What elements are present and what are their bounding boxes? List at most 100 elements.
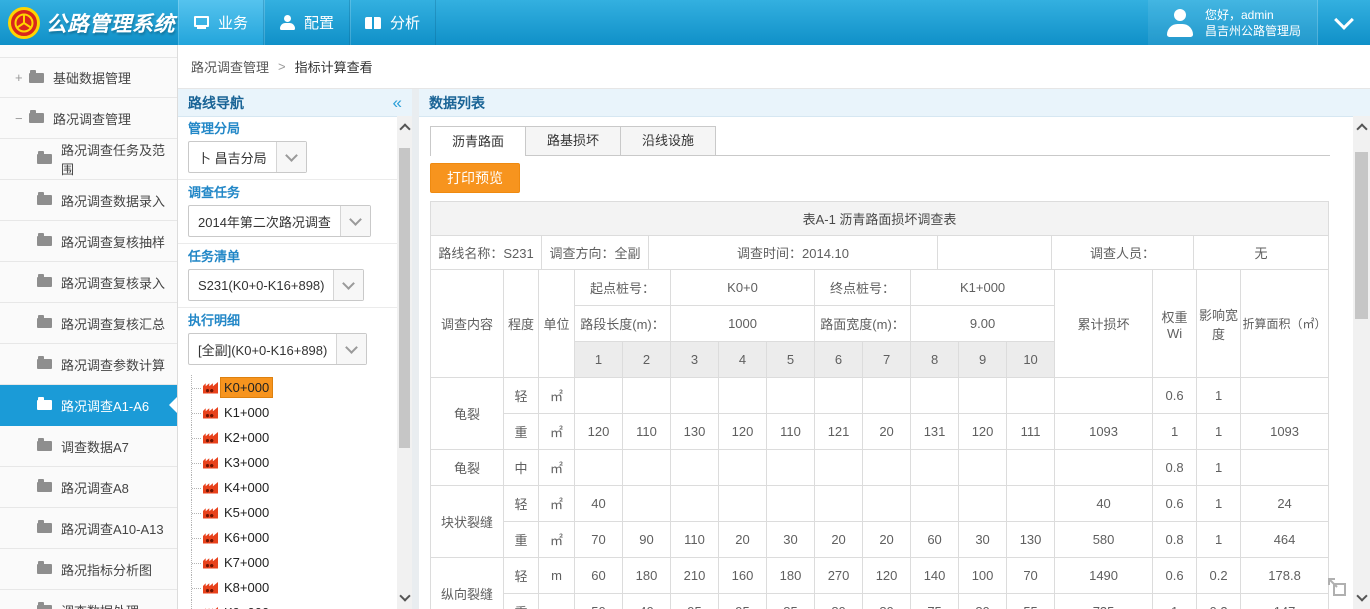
pavement-tabs: 沥青路面路基损坏沿线设施	[430, 126, 1330, 156]
breadcrumb-parent[interactable]: 路况调查管理	[191, 57, 269, 76]
nav-scrollbar-thumb[interactable]	[399, 148, 410, 448]
section-col-header: 1	[575, 342, 623, 378]
degree-cell: 重	[504, 594, 539, 609]
tree-item[interactable]: K1+000	[191, 400, 397, 425]
section-value-cell	[623, 450, 671, 486]
print-preview-button[interactable]: 打印预览	[430, 163, 520, 193]
data-scrollbar[interactable]	[1353, 116, 1370, 609]
collapse-panel-icon[interactable]: «	[393, 94, 402, 111]
info-cell	[938, 236, 1052, 270]
section-value-cell	[767, 486, 815, 522]
tree-item[interactable]: K3+000	[191, 450, 397, 475]
top-nav-label: 分析	[390, 12, 420, 33]
filter-select-value: [全副](K0+0-K16+898)	[189, 334, 336, 364]
top-nav-business[interactable]: 业务	[178, 0, 264, 45]
expander-icon[interactable]: +	[15, 70, 29, 85]
chevron-down-icon[interactable]	[333, 270, 363, 300]
header-content: 调查内容	[431, 270, 504, 378]
top-nav: 业务配置 分析	[178, 0, 436, 45]
section-value-cell	[767, 378, 815, 414]
sidebar-item-data-processing[interactable]: 调查数据处理	[0, 590, 177, 609]
filter-select-2[interactable]: S231(K0+0-K16+898)	[188, 269, 364, 301]
sidebar-item-survey-task-scope[interactable]: 路况调查任务及范围	[0, 139, 177, 180]
section-col-header: 2	[623, 342, 671, 378]
header-width-value: 9.00	[911, 306, 1055, 342]
sidebar-item-review-sampling[interactable]: 路况调查复核抽样	[0, 221, 177, 262]
table-row: 重㎡12011013012011012120131120111109311109…	[431, 414, 1329, 450]
table-row: 块状裂缝轻㎡40400.6124	[431, 486, 1329, 522]
tab-facilities[interactable]: 沿线设施	[620, 126, 716, 155]
user-menu-toggle[interactable]	[1317, 0, 1370, 45]
sidebar-item-param-calc[interactable]: 路况调查参数计算	[0, 344, 177, 385]
chevron-down-icon[interactable]	[276, 142, 306, 172]
section-value-cell: 120	[719, 414, 767, 450]
section-col-header: 8	[911, 342, 959, 378]
tree-item[interactable]: K0+000	[191, 375, 397, 400]
top-nav-analysis[interactable]: 分析	[350, 0, 436, 45]
data-scrollbar-thumb[interactable]	[1355, 152, 1368, 319]
expander-icon[interactable]: −	[15, 111, 29, 126]
filter-select-1[interactable]: 2014年第二次路况调查	[188, 205, 371, 237]
weight-cell: 0.6	[1153, 486, 1197, 522]
folder-icon	[37, 605, 52, 609]
nav-scrollbar[interactable]	[397, 116, 412, 609]
header-length-label: 路段长度(m)：	[575, 306, 671, 342]
top-nav-config[interactable]: 配置	[264, 0, 350, 45]
unit-cell: ㎡	[539, 450, 575, 486]
expand-icon[interactable]	[1325, 575, 1349, 599]
sidebar-item-survey-a10-a13[interactable]: 路况调查A10-A13	[0, 508, 177, 549]
breadcrumb-separator: >	[278, 59, 286, 74]
filter-select-3[interactable]: [全副](K0+0-K16+898)	[188, 333, 367, 365]
tree-item[interactable]: K6+000	[191, 525, 397, 550]
sidebar-item-label: 调查数据处理	[61, 601, 139, 609]
sidebar-item-survey-a8[interactable]: 路况调查A8	[0, 467, 177, 508]
section-value-cell: 20	[863, 414, 911, 450]
sidebar-item-survey-a1-a6[interactable]: 路况调查A1-A6	[0, 385, 177, 426]
section-value-cell: 210	[671, 558, 719, 594]
tree-item[interactable]: K8+000	[191, 575, 397, 600]
unit-cell: ㎡	[539, 486, 575, 522]
sidebar-item-base-data[interactable]: +基础数据管理	[0, 57, 177, 98]
tree-item[interactable]: K4+000	[191, 475, 397, 500]
sidebar-item-indicator-chart[interactable]: 路况指标分析图	[0, 549, 177, 590]
chevron-down-icon[interactable]	[336, 334, 366, 364]
tree-item[interactable]: K9+000	[191, 600, 397, 609]
scroll-down-icon[interactable]	[1356, 590, 1367, 601]
sidebar-item-survey-data-entry[interactable]: 路况调查数据录入	[0, 180, 177, 221]
section-value-cell	[719, 450, 767, 486]
tree-item[interactable]: K7+000	[191, 550, 397, 575]
user-area[interactable]: 您好，admin 昌吉州公路管理局	[1148, 0, 1317, 45]
header-degree: 程度	[504, 270, 539, 378]
chevron-down-icon[interactable]	[340, 206, 370, 236]
tree-item[interactable]: K2+000	[191, 425, 397, 450]
sidebar-item-review-entry[interactable]: 路况调查复核录入	[0, 262, 177, 303]
tab-roadbed[interactable]: 路基损坏	[525, 126, 621, 155]
scroll-up-icon[interactable]	[1356, 123, 1367, 134]
scroll-down-icon[interactable]	[399, 590, 410, 601]
section-value-cell: 70	[575, 522, 623, 558]
table-row: 龟裂轻㎡0.61	[431, 378, 1329, 414]
cumulative-cell	[1055, 378, 1153, 414]
tree-item[interactable]: K5+000	[191, 500, 397, 525]
impact-cell: 1	[1197, 414, 1241, 450]
sidebar-item-survey-data-a7[interactable]: 调查数据A7	[0, 426, 177, 467]
section-value-cell: 20	[863, 522, 911, 558]
section-value-cell: 121	[815, 414, 863, 450]
filter-select-0[interactable]: 卜 昌吉分局	[188, 141, 307, 173]
tree-item-label: K2+000	[221, 428, 272, 447]
table-row: 龟裂中㎡0.81	[431, 450, 1329, 486]
section-value-cell	[1007, 486, 1055, 522]
sidebar-item-review-summary[interactable]: 路况调查复核汇总	[0, 303, 177, 344]
highway-logo-icon	[7, 6, 41, 40]
scroll-up-icon[interactable]	[399, 123, 410, 134]
table-title: 表A-1 沥青路面损坏调查表	[431, 202, 1329, 236]
folder-icon	[37, 441, 52, 451]
section-value-cell: 55	[1007, 594, 1055, 609]
section-col-header: 7	[863, 342, 911, 378]
section-value-cell	[623, 486, 671, 522]
sidebar-item-survey-mgmt[interactable]: −路况调查管理	[0, 98, 177, 139]
tab-asphalt[interactable]: 沥青路面	[430, 126, 526, 156]
section-value-cell: 30	[959, 522, 1007, 558]
chevron-down-icon	[1334, 10, 1354, 30]
section-value-cell: 40	[575, 486, 623, 522]
